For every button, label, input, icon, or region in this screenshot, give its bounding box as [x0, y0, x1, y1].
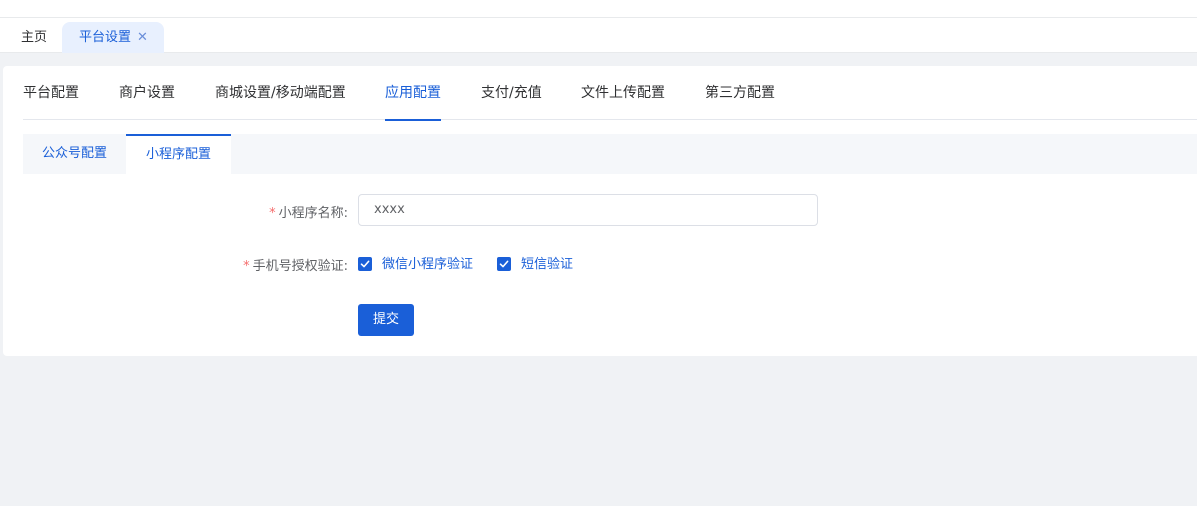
- tab-third-party-config[interactable]: 第三方配置: [705, 66, 775, 120]
- sub-tabs: 公众号配置 小程序配置: [23, 134, 1197, 174]
- main-tabs: 平台配置 商户设置 商城设置/移动端配置 应用配置 支付/充值 文件上传配置 第…: [23, 66, 1197, 121]
- sms-verify-label: 短信验证: [521, 257, 574, 272]
- tab-platform-config[interactable]: 平台配置: [23, 66, 79, 120]
- subtab-official-account-config[interactable]: 公众号配置: [23, 134, 126, 174]
- mini-program-name-input[interactable]: xxxx: [358, 194, 818, 226]
- required-mark: *: [269, 206, 276, 221]
- checkbox-checked-icon: [358, 257, 372, 271]
- subtab-mini-program-config[interactable]: 小程序配置: [126, 134, 231, 174]
- submit-button[interactable]: 提交: [358, 304, 414, 336]
- auth-field-label: * 手机号授权验证:: [243, 255, 348, 274]
- top-header-bar: [0, 0, 1197, 18]
- required-mark: *: [243, 259, 250, 274]
- tags-bar: 主页 平台设置 ✕: [0, 18, 1197, 53]
- settings-card: 平台配置 商户设置 商城设置/移动端配置 应用配置 支付/充值 文件上传配置 第…: [3, 66, 1197, 356]
- auth-field-label-wrap: * 手机号授权验证:: [3, 255, 348, 275]
- tab-file-upload-config[interactable]: 文件上传配置: [581, 66, 665, 120]
- checkbox-checked-icon: [497, 257, 511, 271]
- auth-field-label-text: 手机号授权验证:: [252, 259, 348, 274]
- tag-platform-settings[interactable]: 平台设置 ✕: [62, 22, 164, 53]
- name-field-label-wrap: * 小程序名称:: [3, 202, 348, 222]
- tab-payment-recharge[interactable]: 支付/充值: [481, 66, 542, 120]
- tab-merchant-settings[interactable]: 商户设置: [119, 66, 175, 120]
- name-field-label-text: 小程序名称:: [278, 206, 348, 221]
- tag-platform-settings-label: 平台设置: [79, 30, 132, 45]
- tab-mall-mobile-config[interactable]: 商城设置/移动端配置: [215, 66, 346, 120]
- wechat-verify-label: 微信小程序验证: [382, 257, 474, 272]
- tab-app-config[interactable]: 应用配置: [385, 66, 441, 121]
- close-icon[interactable]: ✕: [137, 22, 148, 53]
- name-field-label: * 小程序名称:: [269, 202, 348, 221]
- tag-home[interactable]: 主页: [12, 22, 58, 53]
